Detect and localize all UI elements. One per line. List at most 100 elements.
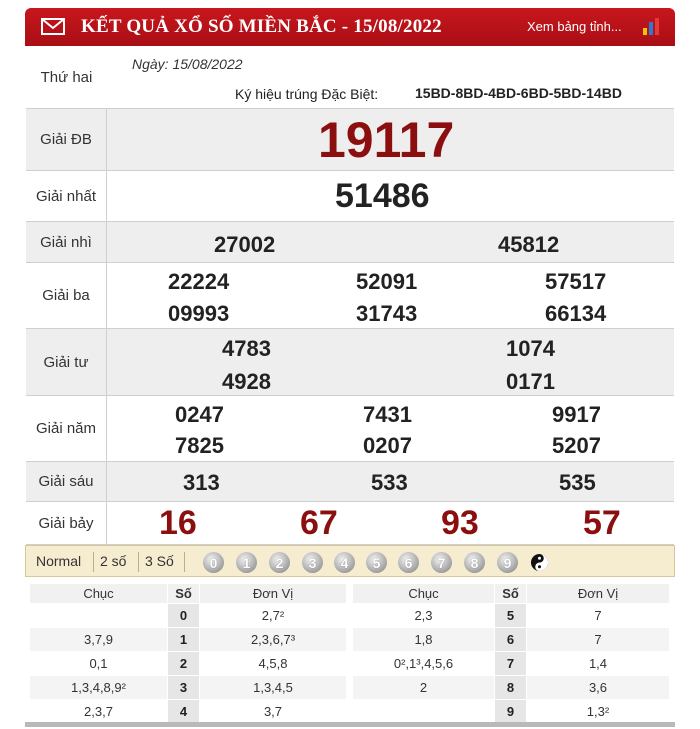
prize-row-fourth: Giải tư 4783 1074 4928 0171 [26,329,674,396]
so-cell: 0 [167,603,200,628]
table-row: 2,3 5 7 [352,603,670,628]
prize-number: 66134 [545,301,607,326]
prize-number: 09993 [168,301,230,326]
prize-number: 67 [300,504,338,542]
result-header: KẾT QUẢ XỔ SỐ MIỀN BẮC - 15/08/2022 Xem … [25,8,675,46]
prize-label: Giải năm [26,396,107,461]
prize-row-first: Giải nhất 51486 [26,171,674,222]
chuc-cell [352,699,495,724]
don-vi-cell: 1,4 [526,651,670,676]
special-prize-number: 19117 [318,112,455,168]
prize-number: 9917 [552,402,601,427]
lottery-result-panel: KẾT QUẢ XỔ SỐ MIỀN BẮC - 15/08/2022 Xem … [25,8,675,729]
prize-number: 533 [371,470,408,495]
prize-row-fifth: Giải năm 0247 7431 9917 7825 0207 5207 [26,396,674,462]
info-row: Thứ hai Ngày: 15/08/2022 Ký hiệu trúng Đ… [26,46,674,109]
digit-filter-3[interactable]: 3 [302,552,323,573]
table-row: 0 2,7² [29,603,347,628]
prize-number: 7431 [363,402,412,427]
page-title: KẾT QUẢ XỔ SỐ MIỀN BẮC - 15/08/2022 [81,16,442,37]
draw-date: Ngày: 15/08/2022 [132,56,243,72]
don-vi-cell: 4,5,8 [199,651,347,676]
don-vi-cell: 7 [526,627,670,652]
prize-number: 52091 [356,269,418,294]
chuc-cell: 1,3,4,8,9² [29,675,168,700]
col-header-chuc: Chục [29,583,168,604]
chuc-cell: 0,1 [29,651,168,676]
digit-filter-5[interactable]: 5 [366,552,387,573]
so-cell: 8 [494,675,527,700]
view-province-table-link[interactable]: Xem bảng tỉnh... [527,19,622,34]
prize-label: Giải tư [26,329,107,395]
don-vi-cell: 3,7 [199,699,347,724]
tab-normal[interactable]: Normal [36,553,81,569]
reset-filter-icon[interactable] [530,553,549,572]
prize-row-seventh: Giải bảy 16 67 93 57 [26,502,674,545]
don-vi-cell: 1,3,4,5 [199,675,347,700]
prize-number: 16 [159,504,197,542]
col-header-chuc: Chục [352,583,495,604]
so-cell: 9 [494,699,527,724]
prize-row-sixth: Giải sáu 313 533 535 [26,462,674,502]
bar-chart-icon[interactable] [641,16,663,36]
digit-filter-4[interactable]: 4 [334,552,355,573]
prize-number: 535 [559,470,596,495]
prize-number: 313 [183,470,220,495]
prize-number: 57517 [545,269,607,294]
col-header-don-vi: Đơn Vị [526,583,670,604]
digit-filter-9[interactable]: 9 [497,552,518,573]
col-header-so: Số [494,583,527,604]
tab-divider [138,552,139,572]
don-vi-cell: 2,7² [199,603,347,628]
table-row: 0²,1³,4,5,6 7 1,4 [352,651,670,676]
digit-filter-7[interactable]: 7 [431,552,452,573]
prize-number: 93 [441,504,479,542]
digit-filter-6[interactable]: 6 [398,552,419,573]
prize-number: 1074 [506,336,555,361]
digit-filter-1[interactable]: 1 [236,552,257,573]
prize-number: 7825 [175,433,224,458]
so-cell: 4 [167,699,200,724]
tab-2-so[interactable]: 2 số [100,553,126,569]
special-code-label: Ký hiệu trúng Đặc Biệt: [235,86,379,102]
prize-number: 27002 [214,232,276,257]
chuc-cell: 1,8 [352,627,495,652]
prize-label: Giải bảy [26,502,107,544]
prize-label: Giải nhất [26,171,107,221]
table-row: 1,3,4,8,9² 3 1,3,4,5 [29,675,347,700]
don-vi-cell: 2,3,6,7³ [199,627,347,652]
don-vi-cell: 1,3² [526,699,670,724]
chuc-cell: 2,3,7 [29,699,168,724]
prize-label: Giải sáu [26,462,107,501]
so-cell: 7 [494,651,527,676]
prize-number: 5207 [552,433,601,458]
first-prize-number: 51486 [335,177,430,215]
weekday-label: Thứ hai [40,68,93,86]
prize-label: Giải ĐB [26,109,107,170]
prize-number: 0171 [506,369,555,394]
prize-row-db: Giải ĐB 19117 [26,109,674,171]
bottom-divider [25,722,675,727]
prize-row-second: Giải nhì 27002 45812 [26,222,674,263]
tab-3-so[interactable]: 3 Số [145,553,174,569]
digit-filter-8[interactable]: 8 [464,552,485,573]
table-row: 9 1,3² [352,699,670,724]
chuc-cell: 2,3 [352,603,495,628]
digit-filter-2[interactable]: 2 [269,552,290,573]
so-cell: 1 [167,627,200,652]
prize-number: 0247 [175,402,224,427]
prize-number: 22224 [168,269,230,294]
prize-number: 57 [583,504,621,542]
chuc-cell: 2 [352,675,495,700]
table-row: 1,8 6 7 [352,627,670,652]
don-vi-cell: 3,6 [526,675,670,700]
prize-number: 4783 [222,336,271,361]
table-row: 3,7,9 1 2,3,6,7³ [29,627,347,652]
prize-number: 4928 [222,369,271,394]
chuc-cell: 3,7,9 [29,627,168,652]
tab-divider [93,552,94,572]
don-vi-cell: 7 [526,603,670,628]
so-cell: 6 [494,627,527,652]
digit-filter-0[interactable]: 0 [203,552,224,573]
chuc-cell: 0²,1³,4,5,6 [352,651,495,676]
